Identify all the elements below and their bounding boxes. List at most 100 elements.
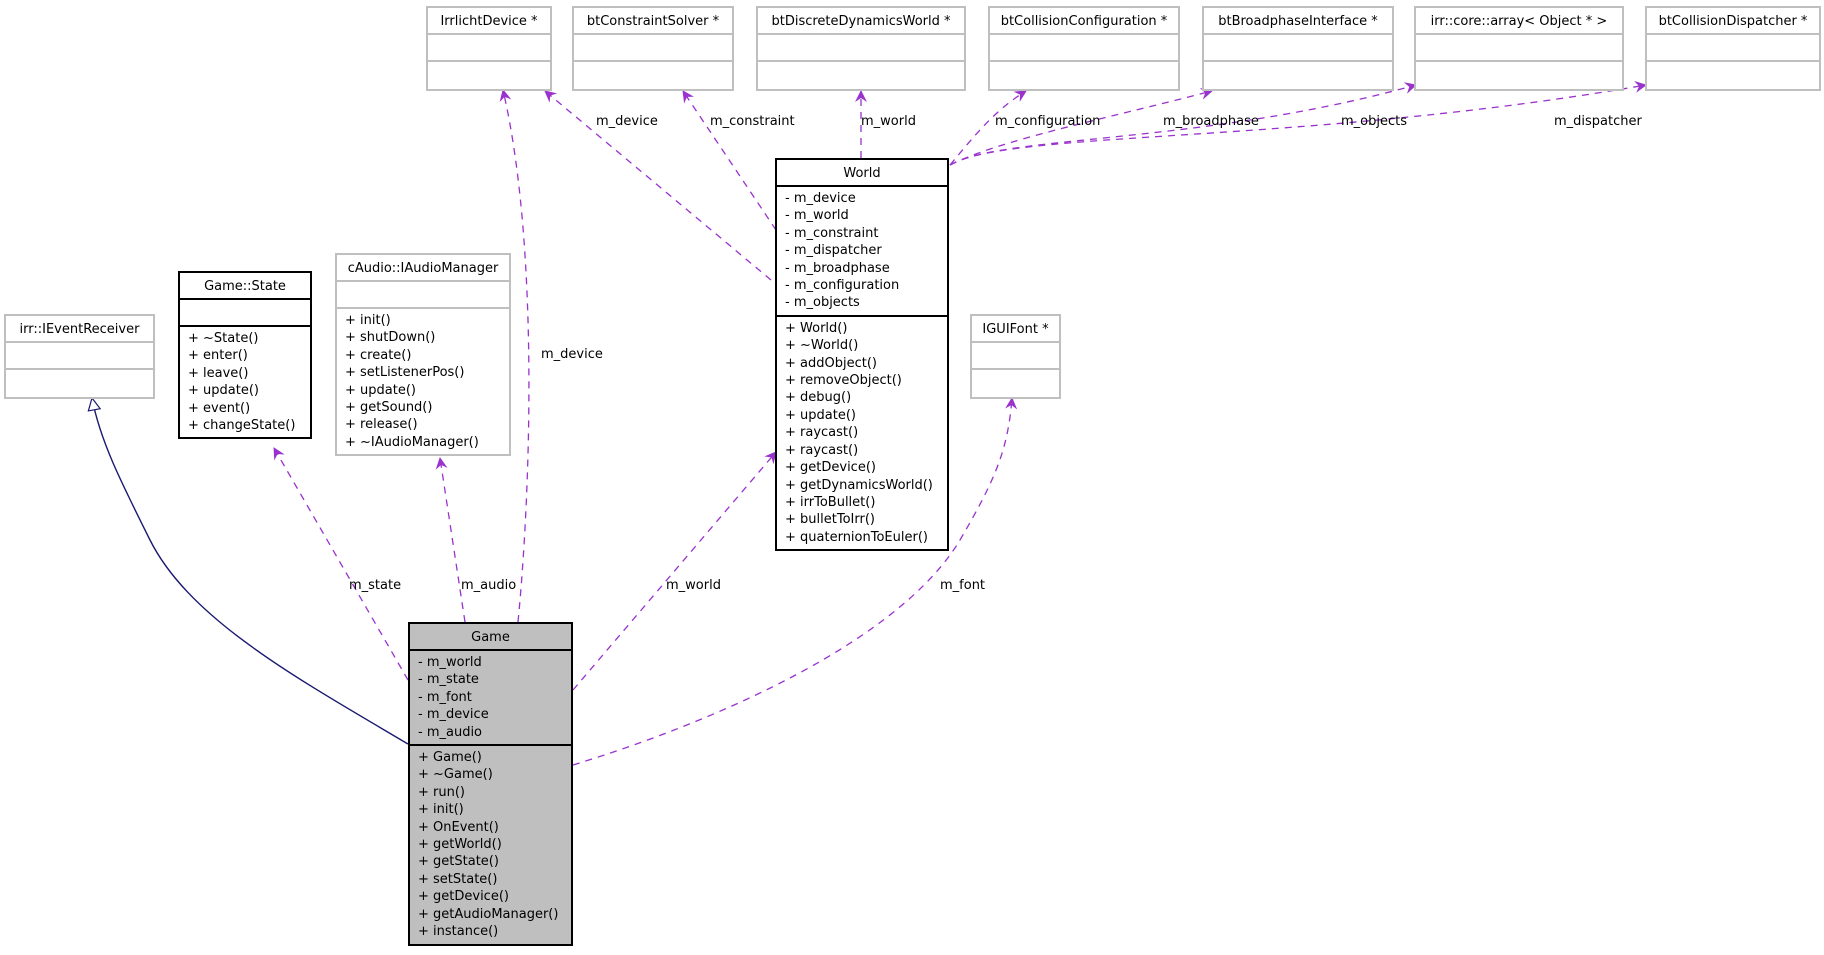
attributes-section: - m_world - m_state - m_font - m_device … — [410, 651, 571, 747]
method: + shutDown() — [345, 330, 436, 346]
method: + ~World() — [785, 338, 859, 354]
method: + setListenerPos() — [345, 365, 465, 381]
method: + update() — [188, 383, 259, 399]
attributes-section — [337, 282, 509, 309]
method: + create() — [345, 347, 412, 363]
class-node-bt-constraint-solver[interactable]: btConstraintSolver * — [572, 6, 734, 91]
edge-label-m-world-world: m_world — [861, 114, 916, 129]
attribute: - m_broadphase — [785, 260, 890, 276]
attribute: - m_configuration — [785, 278, 900, 294]
method: + run() — [418, 784, 465, 800]
class-title: irr::IEventReceiver — [6, 316, 153, 343]
edge-game-state — [273, 447, 409, 681]
attribute: - m_world — [418, 655, 482, 670]
attribute: - m_world — [785, 208, 849, 224]
attributes-section — [972, 343, 1059, 370]
class-title: btConstraintSolver * — [574, 8, 732, 35]
edge-label-m-constraint: m_constraint — [710, 114, 795, 129]
edge-label-m-broadphase: m_broadphase — [1163, 114, 1259, 129]
class-node-bt-broadphase-interface[interactable]: btBroadphaseInterface * — [1202, 6, 1394, 91]
method: + getState() — [418, 854, 499, 870]
class-title: btCollisionConfiguration * — [990, 8, 1178, 35]
methods-section — [6, 370, 153, 397]
method: + getSound() — [345, 400, 433, 416]
methods-section — [574, 62, 732, 89]
class-node-game[interactable]: Game - m_world - m_state - m_font - m_de… — [408, 622, 573, 946]
methods-section — [428, 62, 550, 89]
methods-section: + Game() + ~Game() + run() + init() + On… — [410, 746, 571, 943]
class-title: irr::core::array< Object * > — [1416, 8, 1622, 35]
class-node-world[interactable]: World - m_device - m_world - m_constrain… — [775, 158, 949, 552]
methods-section: + init() + shutDown() + create() + setLi… — [337, 309, 509, 454]
method: + init() — [345, 313, 391, 328]
class-node-game-state[interactable]: Game::State + ~State() + enter() + leave… — [178, 271, 312, 440]
class-title: IrrlichtDevice * — [428, 8, 550, 35]
method: + update() — [785, 407, 856, 423]
method: + quaternionToEuler() — [785, 529, 928, 545]
class-node-caudio-iaudio-manager[interactable]: cAudio::IAudioManager + init() + shutDow… — [335, 253, 511, 457]
edge-label-m-state: m_state — [349, 578, 402, 593]
method: + instance() — [418, 924, 499, 940]
attributes-section — [758, 35, 964, 62]
attributes-section — [574, 35, 732, 62]
attribute: - m_audio — [418, 724, 483, 740]
method: + bulletToIrr() — [785, 512, 875, 528]
method: + debug() — [785, 390, 852, 406]
attributes-section — [1416, 35, 1622, 62]
class-node-bt-collision-configuration[interactable]: btCollisionConfiguration * — [988, 6, 1180, 91]
method: + irrToBullet() — [785, 494, 876, 510]
attributes-section: - m_device - m_world - m_constraint - m_… — [777, 187, 947, 317]
class-node-irrlicht-device[interactable]: IrrlichtDevice * — [426, 6, 552, 91]
method: + addObject() — [785, 355, 877, 371]
edge-world-constraint — [682, 90, 777, 231]
methods-section — [972, 370, 1059, 397]
method: + enter() — [188, 348, 248, 364]
class-node-igui-font[interactable]: IGUIFont * — [970, 314, 1061, 399]
methods-section — [1416, 62, 1622, 89]
method: + raycast() — [785, 425, 859, 441]
method: + event() — [188, 400, 251, 416]
attributes-section — [1204, 35, 1392, 62]
attribute: - m_state — [418, 672, 479, 688]
method: + removeObject() — [785, 373, 902, 389]
edge-label-m-device-world: m_device — [596, 114, 658, 129]
class-title: cAudio::IAudioManager — [337, 255, 509, 282]
attributes-section — [6, 343, 153, 370]
class-node-bt-collision-dispatcher[interactable]: btCollisionDispatcher * — [1645, 6, 1821, 91]
attribute: - m_device — [785, 191, 856, 206]
methods-section: + ~State() + enter() + leave() + update(… — [180, 327, 310, 437]
method: + World() — [785, 320, 848, 336]
methods-section — [758, 62, 964, 89]
method: + getWorld() — [418, 837, 502, 853]
class-node-bt-discrete-dynamics-world[interactable]: btDiscreteDynamicsWorld * — [756, 6, 966, 91]
class-node-irr-ievent-receiver[interactable]: irr::IEventReceiver — [4, 314, 155, 399]
attribute: - m_objects — [785, 295, 860, 311]
methods-section: + World() + ~World() + addObject() + rem… — [777, 317, 947, 549]
class-title: IGUIFont * — [972, 316, 1059, 343]
methods-section — [990, 62, 1178, 89]
attributes-section — [428, 35, 550, 62]
method: + getAudioManager() — [418, 906, 559, 922]
method: + update() — [345, 382, 416, 398]
method: + setState() — [418, 871, 498, 887]
methods-section — [1204, 62, 1392, 89]
attributes-section — [1647, 35, 1819, 62]
edge-label-m-configuration: m_configuration — [995, 114, 1101, 129]
method: + getDynamicsWorld() — [785, 477, 933, 493]
method: + raycast() — [785, 442, 859, 458]
edge-label-m-world-game: m_world — [666, 578, 721, 593]
attribute: - m_device — [418, 707, 489, 723]
edge-label-m-objects: m_objects — [1341, 114, 1407, 129]
method: + getDevice() — [785, 460, 876, 476]
edge-game-world — [572, 451, 777, 691]
attributes-section — [180, 300, 310, 327]
methods-section — [1647, 62, 1819, 89]
method: + ~Game() — [418, 767, 493, 783]
edge-label-m-dispatcher: m_dispatcher — [1554, 114, 1642, 129]
class-node-irr-core-array[interactable]: irr::core::array< Object * > — [1414, 6, 1624, 91]
attribute: - m_constraint — [785, 225, 879, 241]
class-title: btBroadphaseInterface * — [1204, 8, 1392, 35]
class-title: Game::State — [180, 273, 310, 300]
method: + init() — [418, 802, 464, 818]
method: + changeState() — [188, 418, 296, 434]
